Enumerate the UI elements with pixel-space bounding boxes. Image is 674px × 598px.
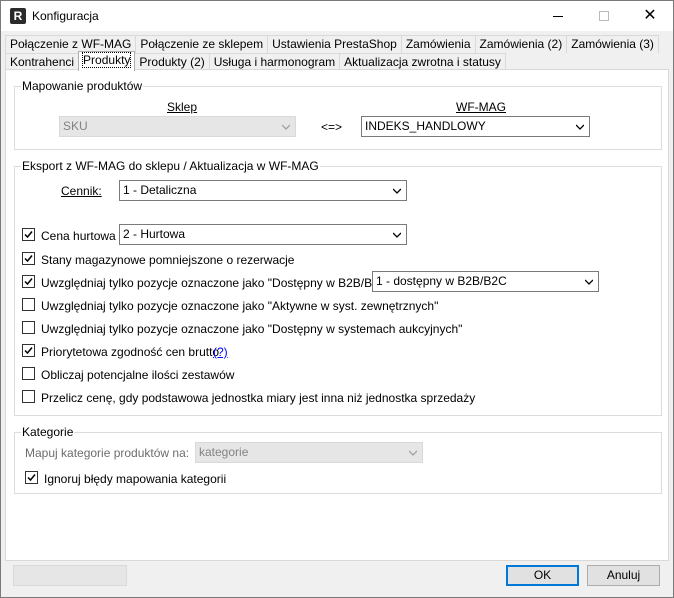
option-unit-conversion-label: Przelicz cenę, gdy podstawowa jednostka … [41, 391, 476, 405]
b2b-select[interactable]: 1 - dostępny w B2B/B2C [372, 271, 599, 292]
pricelist-label: Cennik: [61, 184, 102, 198]
wholesale-label: Cena hurtowa [41, 229, 116, 243]
checkmark-icon [27, 474, 36, 482]
mapping-group: Mapowanie produktów Sklep WF-MAG SKU <=>… [14, 79, 662, 150]
tab-ustawienia-prestashop[interactable]: Ustawienia PrestaShop [267, 35, 402, 53]
tab-zamowienia-2[interactable]: Zamówienia (2) [474, 35, 568, 53]
chevron-down-icon [393, 188, 401, 194]
cancel-button[interactable]: Anuluj [587, 565, 660, 586]
mapping-legend: Mapowanie produktów [21, 79, 144, 93]
pricelist-value: 1 - Detaliczna [123, 183, 197, 197]
close-button[interactable]: ✕ [627, 1, 673, 31]
left-blank-button [13, 565, 127, 586]
option-external-active-label: Uwzględniaj tylko pozycje oznaczone jako… [41, 299, 439, 313]
option-gross-price-checkbox[interactable] [22, 344, 35, 357]
title-bar: R Konfiguracja ✕ [1, 1, 673, 31]
export-group: Eksport z WF-MAG do sklepu / Aktualizacj… [14, 159, 662, 416]
help-link[interactable]: (?) [213, 345, 228, 359]
app-icon: R [10, 8, 26, 24]
option-external-active-checkbox[interactable] [22, 298, 35, 311]
tab-polaczenie-sklep[interactable]: Połączenie ze sklepem [135, 35, 269, 53]
chevron-down-icon [393, 232, 401, 238]
category-map-label: Mapuj kategorie produktów na: [25, 446, 190, 460]
chevron-down-icon [409, 450, 417, 456]
tab-produkty[interactable]: Produkty [78, 51, 136, 71]
categories-group: Kategorie Mapuj kategorie produktów na: … [14, 425, 662, 494]
minimize-icon [553, 15, 563, 17]
option-sets-label: Obliczaj potencjalne ilości zestawów [41, 368, 235, 382]
close-icon: ✕ [643, 7, 657, 24]
ignore-category-errors-label: Ignoruj błędy mapowania kategorii [44, 472, 227, 486]
checkmark-icon [24, 255, 33, 263]
wfmag-field-value: INDEKS_HANDLOWY [365, 119, 486, 133]
chevron-down-icon [585, 279, 593, 285]
export-legend: Eksport z WF-MAG do sklepu / Aktualizacj… [21, 159, 320, 173]
option-unit-conversion-checkbox[interactable] [22, 390, 35, 403]
maximize-button [581, 1, 627, 31]
option-auction-checkbox[interactable] [22, 321, 35, 334]
chevron-down-icon [282, 124, 290, 130]
maximize-icon [599, 11, 609, 21]
tab-zamowienia[interactable]: Zamówienia [400, 35, 476, 53]
wfmag-field-select[interactable]: INDEKS_HANDLOWY [361, 116, 590, 137]
shop-header: Sklep [167, 100, 198, 114]
ignore-category-errors-checkbox[interactable] [25, 471, 38, 484]
option-auction-label: Uwzględniaj tylko pozycje oznaczone jako… [41, 322, 463, 336]
option-reserved-stock-checkbox[interactable] [22, 252, 35, 265]
option-sets-checkbox[interactable] [22, 367, 35, 380]
wholesale-checkbox[interactable] [22, 228, 35, 241]
wholesale-value: 2 - Hurtowa [123, 227, 186, 241]
option-b2b-label: Uwzględniaj tylko pozycje oznaczone jako… [41, 276, 396, 290]
category-map-select: kategorie [195, 442, 423, 463]
ok-button[interactable]: OK [506, 565, 579, 586]
wfmag-header: WF-MAG [456, 100, 506, 114]
config-window: R Konfiguracja ✕ Połączenie z WF-MAG Poł… [0, 0, 674, 598]
option-b2b-checkbox[interactable] [22, 275, 35, 288]
b2b-value: 1 - dostępny w B2B/B2C [376, 274, 507, 288]
products-tab-panel: Mapowanie produktów Sklep WF-MAG SKU <=>… [5, 69, 669, 561]
category-map-value: kategorie [199, 445, 249, 459]
minimize-button[interactable] [535, 1, 581, 31]
checkmark-icon [24, 231, 33, 239]
checkmark-icon [24, 347, 33, 355]
categories-legend: Kategorie [21, 425, 75, 439]
wholesale-select[interactable]: 2 - Hurtowa [119, 224, 407, 245]
pricelist-select[interactable]: 1 - Detaliczna [119, 180, 407, 201]
chevron-down-icon [576, 124, 584, 130]
shop-field-value: SKU [63, 119, 88, 133]
window-title: Konfiguracja [32, 9, 99, 23]
shop-field-select: SKU [59, 116, 296, 137]
option-gross-price-label: Priorytetowa zgodność cen brutto [41, 345, 220, 359]
option-reserved-stock-label: Stany magazynowe pomniejszone o rezerwac… [41, 253, 295, 267]
mapping-arrow-text: <=> [321, 120, 343, 134]
checkmark-icon [24, 278, 33, 286]
tab-zamowienia-3[interactable]: Zamówienia (3) [566, 35, 659, 53]
